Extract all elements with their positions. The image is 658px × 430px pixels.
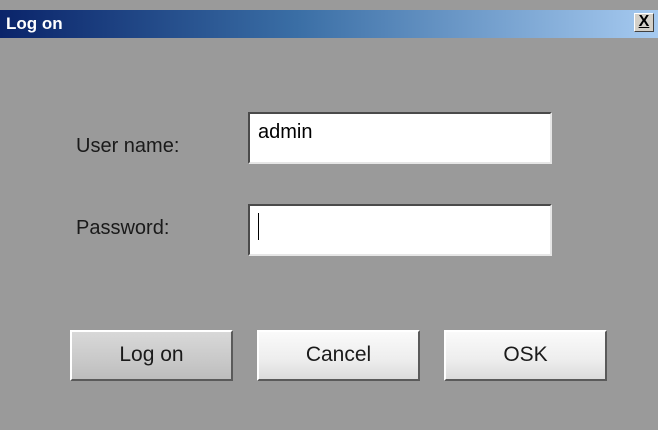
username-label: User name: — [76, 135, 180, 157]
username-input[interactable] — [248, 112, 552, 164]
cancel-button[interactable]: Cancel — [257, 330, 420, 381]
close-button[interactable]: X — [634, 13, 654, 32]
osk-button[interactable]: OSK — [444, 330, 607, 381]
title-bar: Log on X — [0, 10, 658, 38]
logon-button[interactable]: Log on — [70, 330, 233, 381]
password-input[interactable] — [248, 204, 552, 256]
window-title: Log on — [6, 14, 63, 33]
text-caret — [258, 213, 259, 240]
dialog-body: User name: Password: Log on Cancel OSK — [0, 38, 658, 430]
password-label: Password: — [76, 217, 170, 239]
logon-dialog: Log on X User name: Password: Log on Can… — [0, 0, 658, 430]
